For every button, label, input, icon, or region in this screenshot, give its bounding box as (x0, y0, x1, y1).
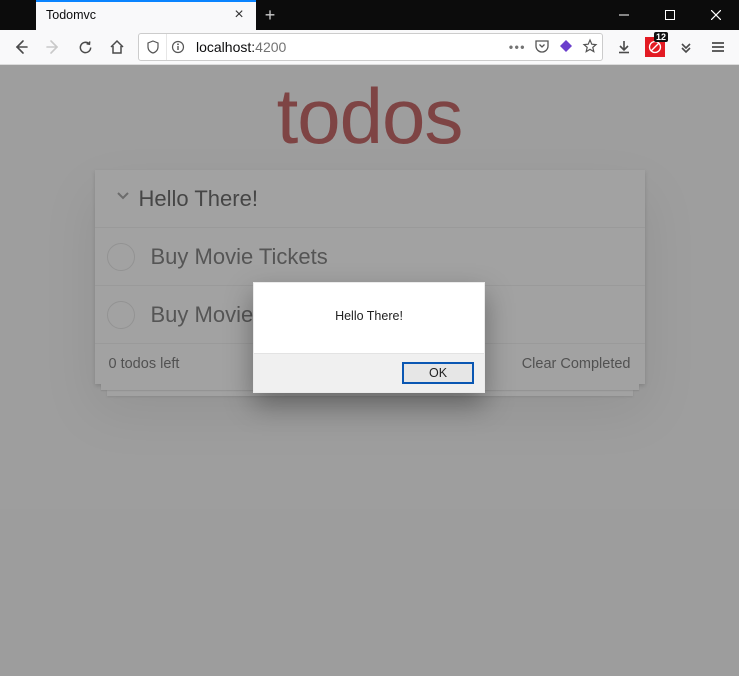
hamburger-menu-button[interactable] (703, 32, 733, 62)
nav-toolbar: localhost:4200 ••• (0, 30, 739, 65)
info-icon[interactable] (164, 34, 192, 60)
close-window-button[interactable] (693, 0, 739, 30)
window-controls (601, 0, 739, 30)
active-tab-indicator (36, 0, 256, 2)
url-text: localhost:4200 (192, 39, 509, 55)
shield-icon[interactable] (139, 34, 167, 60)
ext-icon[interactable] (554, 38, 578, 57)
alert-button-bar: OK (254, 353, 484, 392)
new-tab-button[interactable]: + (256, 0, 284, 30)
home-button[interactable] (102, 32, 132, 62)
page-actions-icon[interactable]: ••• (509, 40, 526, 54)
badge-count: 12 (654, 32, 668, 42)
bookmark-star-icon[interactable] (578, 38, 602, 57)
alert-dialog: Hello There! OK (253, 282, 485, 393)
alert-message: Hello There! (254, 283, 484, 353)
back-button[interactable] (6, 32, 36, 62)
downloads-button[interactable] (609, 32, 639, 62)
reload-button[interactable] (70, 32, 100, 62)
urlbar-actions: ••• (509, 38, 602, 57)
browser-window: Todomvc × + (0, 0, 739, 676)
page-viewport: todos Buy Movie Tickets Buy Movie Ticket… (0, 65, 739, 676)
overflow-button[interactable] (671, 32, 701, 62)
alert-ok-button[interactable]: OK (402, 362, 474, 384)
minimize-button[interactable] (601, 0, 647, 30)
tab-title: Todomvc (46, 8, 230, 22)
noscript-extension-button[interactable]: 12 (641, 32, 669, 62)
maximize-button[interactable] (647, 0, 693, 30)
close-tab-icon[interactable]: × (230, 6, 248, 24)
forward-button[interactable] (38, 32, 68, 62)
pocket-icon[interactable] (530, 38, 554, 57)
tab-strip: Todomvc × + (0, 0, 739, 30)
address-bar[interactable]: localhost:4200 ••• (138, 33, 603, 61)
browser-tab[interactable]: Todomvc × (36, 0, 256, 30)
